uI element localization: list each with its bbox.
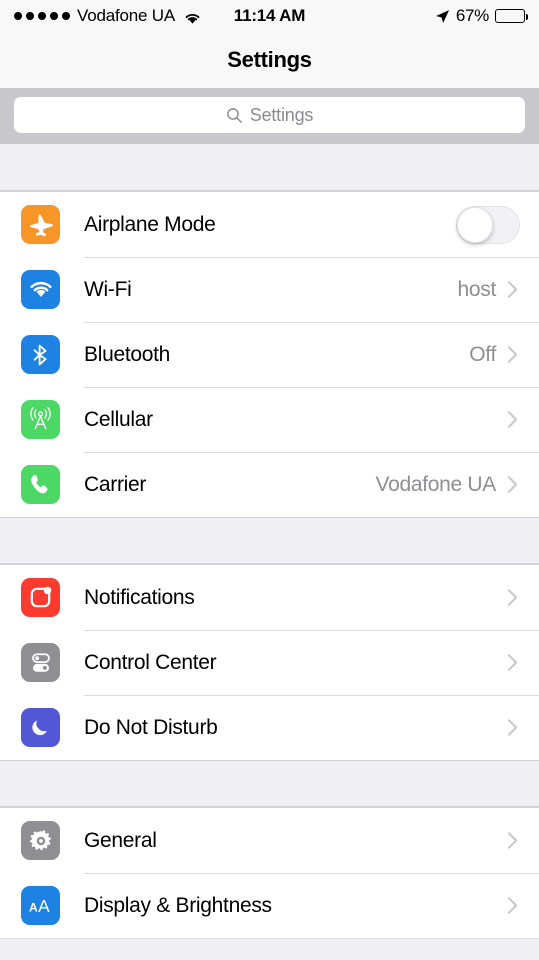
settings-row-wi-fi[interactable]: Wi-Fi host <box>0 257 539 322</box>
wifi-icon <box>21 270 60 309</box>
settings-row-label: Do Not Disturb <box>84 715 218 739</box>
settings-row-label: Airplane Mode <box>84 212 216 236</box>
settings-list: Airplane Mode Wi-Fi host Bluetooth Off Cellul… <box>0 144 539 939</box>
settings-row-label: Cellular <box>84 407 153 431</box>
phone-icon <box>21 465 60 504</box>
airplane-mode-toggle[interactable] <box>456 205 520 244</box>
settings-row-value: Vodafone UA <box>375 472 497 496</box>
settings-row-value: host <box>457 277 497 301</box>
status-bar-right: 67% <box>435 6 528 26</box>
location-arrow-icon <box>435 9 450 24</box>
settings-row-accessory <box>507 653 518 672</box>
search-input[interactable]: Settings <box>14 97 525 133</box>
group-spacer <box>0 144 539 191</box>
settings-row-accessory <box>507 718 518 737</box>
settings-row-accessory: Vodafone UA <box>376 473 518 497</box>
chevron-right-icon <box>507 718 518 737</box>
battery-percentage-label: 67% <box>455 6 489 25</box>
settings-row-general[interactable]: General <box>0 808 539 873</box>
group-spacer <box>0 517 539 564</box>
settings-group-2: General A A Display & Brightness <box>0 807 539 939</box>
settings-row-label: General <box>84 828 157 852</box>
settings-row-display-brightness[interactable]: A A Display & Brightness <box>0 873 539 938</box>
search-icon <box>226 107 243 124</box>
gear-icon <box>21 821 60 860</box>
chevron-right-icon <box>507 410 518 429</box>
settings-group-0: Airplane Mode Wi-Fi host Bluetooth Off Cellul… <box>0 191 539 517</box>
settings-row-notifications[interactable]: Notifications <box>0 565 539 630</box>
chevron-right-icon <box>507 345 518 364</box>
bluetooth-icon <box>21 335 60 374</box>
status-bar: Vodafone UA 11:14 AM 67% <box>0 0 539 32</box>
settings-row-label: Display & Brightness <box>84 893 272 917</box>
chevron-right-icon <box>507 475 518 494</box>
settings-row-do-not-disturb[interactable]: Do Not Disturb <box>0 695 539 760</box>
control-center-toggles-icon <box>21 643 60 682</box>
airplane-icon <box>21 205 60 244</box>
search-placeholder-text: Settings <box>249 104 314 125</box>
settings-row-label: Wi-Fi <box>84 277 132 301</box>
settings-row-accessory: host <box>458 278 519 302</box>
settings-row-bluetooth[interactable]: Bluetooth Off <box>0 322 539 387</box>
settings-row-accessory <box>507 831 518 850</box>
page-title: Settings <box>227 47 312 72</box>
chevron-right-icon <box>507 653 518 672</box>
chevron-right-icon <box>507 280 518 299</box>
settings-row-accessory <box>507 588 518 607</box>
settings-row-accessory <box>507 410 518 429</box>
chevron-right-icon <box>507 831 518 850</box>
settings-row-label: Control Center <box>84 650 217 674</box>
text-size-aa-icon: AA <box>21 886 60 925</box>
settings-row-label: Carrier <box>84 472 147 496</box>
settings-row-carrier[interactable]: Carrier Vodafone UA <box>0 452 539 517</box>
settings-group-1: Notifications Control Center Do Not Distur… <box>0 564 539 760</box>
svg-text:A: A <box>29 900 38 914</box>
chevron-right-icon <box>507 896 518 915</box>
cellular-antenna-icon <box>21 400 60 439</box>
moon-icon <box>21 708 60 747</box>
search-bar-container: Settings <box>0 88 539 144</box>
battery-icon <box>495 9 528 23</box>
settings-row-airplane-mode[interactable]: Airplane Mode <box>0 192 539 257</box>
group-spacer <box>0 760 539 807</box>
settings-row-value: Off <box>469 342 496 366</box>
chevron-right-icon <box>507 588 518 607</box>
notifications-badge-icon <box>21 578 60 617</box>
svg-text:A: A <box>38 896 50 916</box>
settings-row-label: Bluetooth <box>84 342 171 366</box>
settings-row-accessory <box>507 896 518 915</box>
settings-row-accessory: Off <box>469 343 518 367</box>
settings-row-cellular[interactable]: Cellular <box>0 387 539 452</box>
navigation-bar: Settings <box>0 32 539 88</box>
settings-row-label: Notifications <box>84 585 195 609</box>
settings-screen: Vodafone UA 11:14 AM 67% Settings Settin… <box>0 0 539 960</box>
settings-row-control-center[interactable]: Control Center <box>0 630 539 695</box>
